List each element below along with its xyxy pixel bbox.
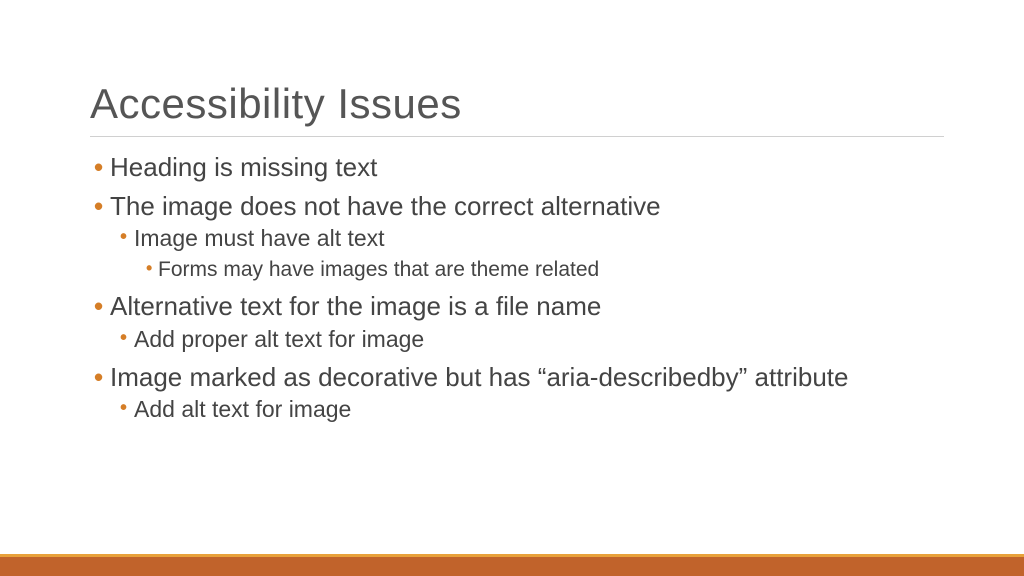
slide-content: Accessibility Issues Heading is missing …: [0, 0, 1024, 425]
bullet-level-3: Forms may have images that are theme rel…: [90, 256, 944, 284]
footer-accent-bar: [0, 554, 1024, 576]
bullet-level-2: Image must have alt text: [90, 224, 944, 254]
bullet-level-1: The image does not have the correct alte…: [90, 190, 944, 223]
slide-title: Accessibility Issues: [90, 80, 944, 137]
bullet-level-1: Image marked as decorative but has “aria…: [90, 361, 944, 394]
bullet-level-1: Alternative text for the image is a file…: [90, 290, 944, 323]
bullet-level-1: Heading is missing text: [90, 151, 944, 184]
bullet-level-2: Add proper alt text for image: [90, 325, 944, 355]
bullet-level-2: Add alt text for image: [90, 395, 944, 425]
